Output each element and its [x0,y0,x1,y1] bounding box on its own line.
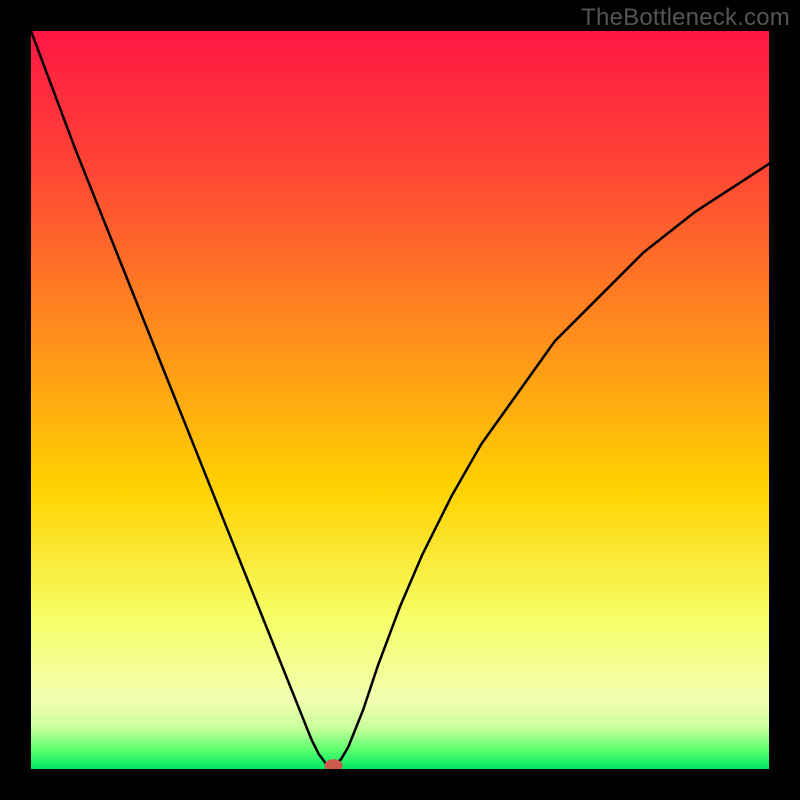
watermark-text: TheBottleneck.com [581,4,790,32]
plot-area [31,31,769,769]
chart-frame: TheBottleneck.com [0,0,800,800]
gradient-background [31,31,769,769]
chart-svg [31,31,769,769]
